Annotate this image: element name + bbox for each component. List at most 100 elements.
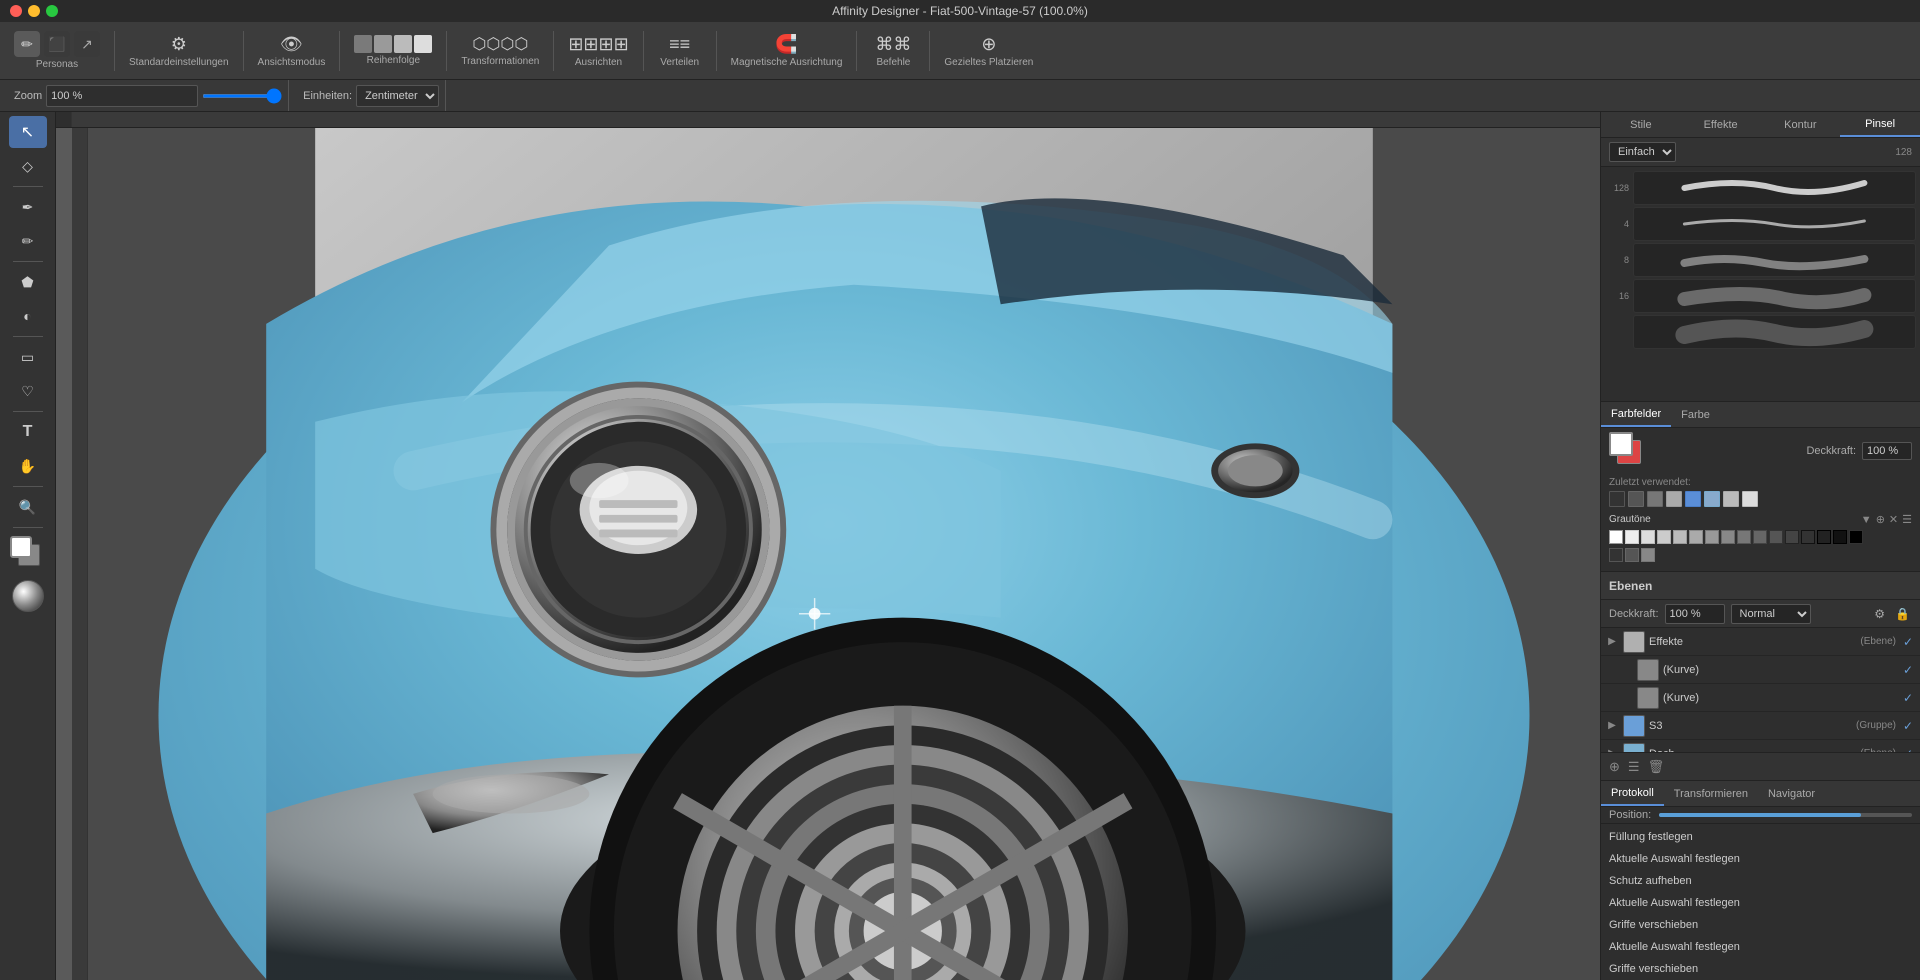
persona-pixel-icon[interactable]: ⬛ — [44, 31, 70, 57]
minimize-button[interactable] — [28, 5, 40, 17]
palette-swatch-15[interactable] — [1833, 530, 1847, 544]
tab-effekte[interactable]: Effekte — [1681, 112, 1761, 137]
ausrichten-group[interactable]: ⊞⊞⊞⊞ Ausrichten — [560, 32, 636, 70]
color-swatches[interactable] — [10, 536, 46, 572]
visibility-icon[interactable]: ✓ — [1900, 634, 1916, 650]
palette-swatch-9[interactable] — [1737, 530, 1751, 544]
layers-settings-icon[interactable]: ⚙ — [1872, 605, 1887, 623]
canvas-viewport[interactable] — [72, 128, 1600, 980]
action-4[interactable]: Aktuelle Auswahl festlegen — [1601, 892, 1920, 914]
palette-options-icon[interactable]: ▼ — [1861, 514, 1872, 526]
fg-color-swatch[interactable] — [10, 536, 32, 558]
tab-navigator[interactable]: Navigator — [1758, 781, 1825, 806]
platzieren-group[interactable]: ⊕ Gezieltes Platzieren — [936, 32, 1041, 70]
persona-vector-icon[interactable]: ✏ — [14, 31, 40, 57]
shape-rect-tool[interactable]: ▭ — [9, 341, 47, 373]
bottom-swatch-2[interactable] — [1625, 548, 1639, 562]
palette-menu-icon[interactable]: ☰ — [1902, 513, 1912, 526]
zoom-tool[interactable]: 🔍 — [9, 491, 47, 523]
layer-kurve1[interactable]: (Kurve) ✓ — [1601, 656, 1920, 684]
close-button[interactable] — [10, 5, 22, 17]
recent-swatch-4[interactable] — [1666, 491, 1682, 507]
tab-farbe[interactable]: Farbe — [1671, 402, 1720, 427]
layer-effekte[interactable]: ▶ Effekte (Ebene) ✓ — [1601, 628, 1920, 656]
personas-group[interactable]: ✏ ⬛ ↗ Personas — [6, 29, 108, 72]
color-wheel[interactable] — [12, 580, 44, 612]
zoom-slider[interactable] — [202, 94, 282, 98]
gradient-tool[interactable]: ◐ — [9, 300, 47, 332]
text-tool[interactable]: T — [9, 416, 47, 448]
add-layer-icon[interactable]: ⊕ — [1609, 759, 1620, 775]
palette-swatch-6[interactable] — [1689, 530, 1703, 544]
befehle-group[interactable]: ⌘⌘ Befehle — [863, 32, 923, 70]
palette-swatch-1[interactable] — [1609, 530, 1623, 544]
magnetische-group[interactable]: 🧲 Magnetische Ausrichtung — [723, 32, 851, 70]
palette-del-icon[interactable]: ✕ — [1889, 513, 1898, 526]
fg-bg-swatches[interactable] — [1609, 432, 1647, 470]
persona-export-icon[interactable]: ↗ — [74, 31, 100, 57]
palette-swatch-12[interactable] — [1785, 530, 1799, 544]
tab-protokoll[interactable]: Protokoll — [1601, 781, 1664, 806]
bottom-swatch-1[interactable] — [1609, 548, 1623, 562]
pencil-tool[interactable]: ✏ — [9, 225, 47, 257]
bottom-swatch-3[interactable] — [1641, 548, 1655, 562]
layer-dach[interactable]: ▶ Dach (Ebene) ✓ — [1601, 740, 1920, 752]
verteilen-group[interactable]: ≡≡ Verteilen — [650, 32, 710, 70]
action-3[interactable]: Schutz aufheben — [1601, 870, 1920, 892]
action-2[interactable]: Aktuelle Auswahl festlegen — [1601, 848, 1920, 870]
layer-s3[interactable]: ▶ S3 (Gruppe) ✓ — [1601, 712, 1920, 740]
palette-swatch-4[interactable] — [1657, 530, 1671, 544]
shape-tool[interactable]: ♡ — [9, 375, 47, 407]
fg-swatch[interactable] — [1609, 432, 1633, 456]
palette-swatch-8[interactable] — [1721, 530, 1735, 544]
select-tool[interactable]: ↖ — [9, 116, 47, 148]
recent-swatch-7[interactable] — [1723, 491, 1739, 507]
reihenfolge-group[interactable]: Reihenfolge — [346, 33, 440, 68]
pen-tool[interactable]: ✒ — [9, 191, 47, 223]
opacity-input[interactable] — [1665, 604, 1725, 624]
palette-swatch-11[interactable] — [1769, 530, 1783, 544]
palette-swatch-7[interactable] — [1705, 530, 1719, 544]
ansichtsmodus-group[interactable]: 👁 Ansichtsmodus — [250, 32, 334, 70]
color-opacity-input[interactable] — [1862, 442, 1912, 460]
node-tool[interactable]: ◇ — [9, 150, 47, 182]
standardeinstellungen-group[interactable]: ⚙ Standardeinstellungen — [121, 32, 237, 70]
layers-lock-icon[interactable]: 🔒 — [1893, 605, 1912, 623]
tab-transformieren[interactable]: Transformieren — [1664, 781, 1758, 806]
action-7[interactable]: Griffe verschieben — [1601, 958, 1920, 980]
tab-stile[interactable]: Stile — [1601, 112, 1681, 137]
layer-kurve2[interactable]: (Kurve) ✓ — [1601, 684, 1920, 712]
palette-swatch-10[interactable] — [1753, 530, 1767, 544]
hand-tool[interactable]: ✋ — [9, 450, 47, 482]
window-controls[interactable] — [10, 5, 58, 17]
palette-swatch-5[interactable] — [1673, 530, 1687, 544]
palette-add-icon[interactable]: ⊕ — [1876, 513, 1885, 526]
brush-item-1[interactable] — [1633, 171, 1916, 205]
palette-swatch-2[interactable] — [1625, 530, 1639, 544]
zoom-input[interactable] — [46, 85, 198, 107]
delete-layer-icon[interactable]: 🗑 — [1648, 759, 1665, 775]
expand-icon[interactable]: ▶ — [1605, 635, 1619, 649]
recent-swatch-2[interactable] — [1628, 491, 1644, 507]
brush-type-select[interactable]: Einfach — [1609, 142, 1676, 162]
brush-item-4[interactable] — [1633, 279, 1916, 313]
brush-item-5[interactable] — [1633, 315, 1916, 349]
action-5[interactable]: Griffe verschieben — [1601, 914, 1920, 936]
maximize-button[interactable] — [46, 5, 58, 17]
recent-swatch-5[interactable] — [1685, 491, 1701, 507]
drawing-canvas[interactable] — [88, 128, 1600, 980]
action-6[interactable]: Aktuelle Auswahl festlegen — [1601, 936, 1920, 958]
palette-swatch-14[interactable] — [1817, 530, 1831, 544]
palette-swatch-16[interactable] — [1849, 530, 1863, 544]
tab-farbfelder[interactable]: Farbfelder — [1601, 402, 1671, 427]
palette-swatch-3[interactable] — [1641, 530, 1655, 544]
brush-item-2[interactable] — [1633, 207, 1916, 241]
blend-mode-select[interactable]: Normal — [1731, 604, 1811, 624]
brush-list[interactable]: 128 4 8 16 — [1601, 167, 1920, 401]
einheiten-select[interactable]: Zentimeter — [356, 85, 439, 107]
recent-swatch-3[interactable] — [1647, 491, 1663, 507]
tab-pinsel[interactable]: Pinsel — [1840, 112, 1920, 137]
palette-swatch-13[interactable] — [1801, 530, 1815, 544]
recent-swatch-8[interactable] — [1742, 491, 1758, 507]
tab-kontur[interactable]: Kontur — [1761, 112, 1841, 137]
